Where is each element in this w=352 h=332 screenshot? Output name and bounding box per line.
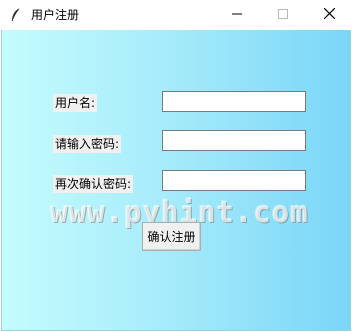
window-title: 用户注册 bbox=[31, 8, 80, 22]
username-label: 用户名: bbox=[53, 94, 98, 112]
confirm-password-input[interactable] bbox=[162, 170, 306, 191]
close-button[interactable] bbox=[306, 0, 352, 30]
submit-button[interactable]: 确认注册 bbox=[142, 222, 201, 251]
username-input[interactable] bbox=[162, 91, 306, 112]
confirm-password-label: 再次确认密码: bbox=[53, 175, 134, 193]
maximize-button[interactable] bbox=[260, 0, 306, 30]
title-bar[interactable]: 用户注册 bbox=[0, 0, 352, 30]
password-label: 请输入密码: bbox=[53, 135, 122, 153]
feather-icon bbox=[9, 7, 23, 23]
registration-form: 用户名: 请输入密码: 再次确认密码: www.pyhint.com 确认注册 bbox=[1, 30, 351, 331]
maximize-icon bbox=[278, 8, 288, 22]
close-icon bbox=[323, 7, 335, 22]
minimize-icon bbox=[232, 8, 242, 22]
password-input[interactable] bbox=[162, 130, 306, 151]
minimize-button[interactable] bbox=[214, 0, 260, 30]
